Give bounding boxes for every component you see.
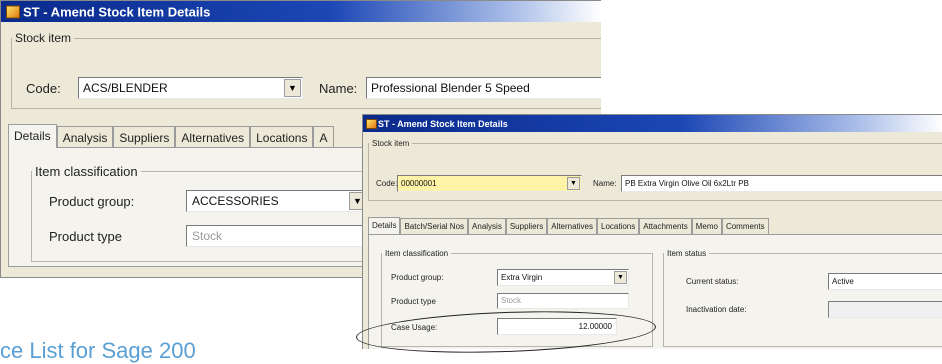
back-classification-group: Item classification [31, 164, 393, 262]
front-tab-locations[interactable]: Locations [597, 218, 640, 234]
front-inactivation-label: Inactivation date: [686, 305, 747, 314]
stock-window-icon [366, 118, 377, 129]
back-window-titlebar: ST - Amend Stock Item Details [1, 1, 601, 22]
chevron-down-icon[interactable]: ▼ [284, 79, 301, 97]
front-inactivation-field[interactable] [828, 301, 942, 318]
back-product-group-label: Product group: [49, 194, 135, 209]
front-tab-memo[interactable]: Memo [691, 218, 722, 234]
back-product-type-label: Product type [49, 229, 122, 244]
back-tab-alternatives[interactable]: Alternatives [175, 126, 251, 148]
front-tab-analysis[interactable]: Analysis [468, 218, 506, 234]
front-window-titlebar: ST - Amend Stock Item Details [363, 115, 942, 132]
front-tab-strip: Details Batch/Serial Nos Analysis Suppli… [368, 217, 769, 234]
back-tab-analysis[interactable]: Analysis [56, 126, 114, 148]
back-window-title: ST - Amend Stock Item Details [23, 4, 211, 19]
front-code-combo[interactable]: 00000001 ▼ [397, 175, 582, 192]
back-name-field[interactable]: Professional Blender 5 Speed [366, 77, 601, 99]
front-current-status-value: Active [832, 277, 854, 286]
back-product-type-value: Stock [192, 229, 223, 243]
front-tab-suppliers[interactable]: Suppliers [505, 218, 548, 234]
chevron-down-icon[interactable]: ▼ [614, 271, 627, 284]
back-product-group-value: ACCESSORIES [192, 194, 279, 208]
front-status-legend: Item status [667, 249, 707, 258]
front-product-type-field[interactable]: Stock [497, 293, 629, 309]
back-tab-details[interactable]: Details [8, 124, 57, 148]
front-name-field[interactable]: PB Extra Virgin Olive Oil 6x2Ltr PB [621, 175, 942, 192]
front-current-status-label: Current status: [686, 277, 739, 286]
front-classification-legend: Item classification [385, 249, 449, 258]
front-window-title: ST - Amend Stock Item Details [378, 118, 508, 129]
front-tab-comments[interactable]: Comments [721, 218, 769, 234]
front-code-value: 00000001 [401, 179, 437, 188]
back-name-label: Name: [319, 81, 358, 96]
back-name-value: Professional Blender 5 Speed [371, 81, 530, 95]
front-current-status-field[interactable]: Active [828, 273, 942, 290]
back-classification-legend: Item classification [35, 164, 138, 179]
front-name-label: Name: [593, 179, 617, 188]
back-product-group-combo[interactable]: ACCESSORIES ▼ [186, 190, 368, 212]
front-product-type-value: Stock [501, 296, 522, 305]
back-code-value: ACS/BLENDER [83, 81, 168, 95]
front-tab-alternatives[interactable]: Alternatives [547, 218, 597, 234]
front-tab-batch-serial[interactable]: Batch/Serial Nos [400, 218, 469, 234]
back-code-combo[interactable]: ACS/BLENDER ▼ [78, 77, 303, 99]
front-tab-attachments[interactable]: Attachments [639, 218, 692, 234]
chevron-down-icon[interactable]: ▼ [567, 177, 580, 190]
front-product-group-value: Extra Virgin [501, 273, 543, 282]
back-tab-strip: Details Analysis Suppliers Alternatives … [8, 124, 334, 148]
back-code-label: Code: [26, 81, 61, 96]
front-status-group: Item status [663, 249, 942, 347]
page-caption: ce List for Sage 200 [0, 338, 196, 363]
back-tab-locations[interactable]: Locations [250, 126, 314, 148]
front-tab-details[interactable]: Details [368, 217, 401, 234]
front-product-type-label: Product type [391, 297, 436, 306]
front-product-group-combo[interactable]: Extra Virgin ▼ [497, 269, 629, 286]
front-name-value: PB Extra Virgin Olive Oil 6x2Ltr PB [625, 179, 749, 188]
back-tab-suppliers[interactable]: Suppliers [113, 126, 176, 148]
back-tab-more[interactable]: A [313, 126, 334, 148]
back-product-type-field[interactable]: Stock [186, 225, 368, 247]
front-window: ST - Amend Stock Item Details Stock item… [362, 114, 942, 349]
front-code-label: Code: [376, 179, 398, 188]
back-stock-item-legend: Stock item [15, 31, 72, 45]
front-stock-item-legend: Stock item [372, 139, 410, 148]
stock-window-icon [6, 5, 20, 18]
front-product-group-label: Product group: [391, 273, 444, 282]
